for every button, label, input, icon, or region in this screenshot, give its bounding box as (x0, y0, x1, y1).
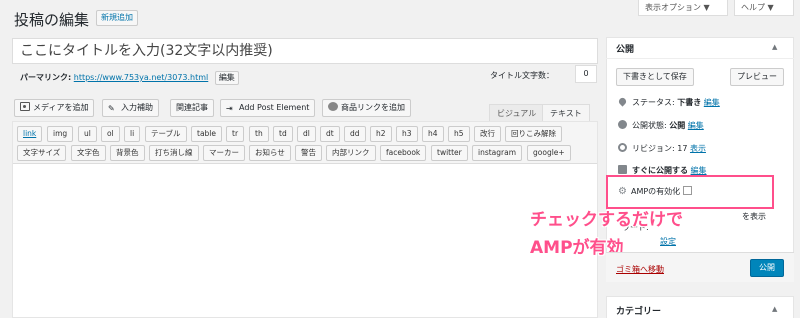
quicktag-button[interactable]: img (47, 126, 74, 142)
schedule-label: すぐに公開する (632, 166, 688, 175)
quicktag-button[interactable]: google+ (527, 145, 571, 161)
preview-button[interactable]: プレビュー (730, 68, 784, 86)
quicktag-button[interactable]: 背景色 (110, 145, 145, 161)
collapse-arrow-icon[interactable]: ▲ (772, 43, 777, 51)
pin-icon (617, 96, 628, 107)
permalink-label: パーマリンク: (20, 73, 72, 82)
add-product-link-button[interactable]: 商品リンクを追加 (322, 99, 411, 117)
related-posts-button[interactable]: 関連記事 (170, 99, 214, 117)
quicktag-button[interactable]: テーブル (145, 126, 187, 142)
add-product-link-label: 商品リンクを追加 (341, 103, 405, 112)
quicktag-button[interactable]: dt (320, 126, 340, 142)
quicktag-button[interactable]: 文字色 (71, 145, 106, 161)
media-icon (20, 102, 30, 111)
quicktag-button[interactable]: ol (101, 126, 120, 142)
pencil-icon: ✎ (108, 104, 115, 113)
quicktag-button[interactable]: h2 (370, 126, 392, 142)
quicktag-button[interactable]: tr (226, 126, 245, 142)
annotation-line-1: チェックするだけで (530, 210, 683, 230)
quicktag-button[interactable]: link (17, 126, 43, 142)
permalink-row: パーマリンク: https://www.753ya.net/3073.html … (20, 71, 239, 85)
calendar-icon (618, 165, 627, 174)
category-collapse-arrow-icon[interactable]: ▲ (772, 305, 777, 313)
permalink-edit-button[interactable]: 編集 (214, 71, 239, 85)
publish-box-header[interactable] (606, 37, 794, 59)
quicktag-button[interactable]: 警告 (295, 145, 322, 161)
tab-text[interactable]: テキスト (542, 104, 590, 122)
visibility-row: 公開状態: 公開 編集 (618, 120, 704, 131)
quicktag-button[interactable]: table (191, 126, 222, 142)
visibility-value: 公開 (669, 121, 686, 130)
add-post-element-label: Add Post Element (239, 103, 310, 112)
quicktag-button[interactable]: 内部リンク (326, 145, 376, 161)
quicktags-toolbar: link img ul ol li テーブル table tr th td dl dt dd h2 h3 h4… (13, 122, 597, 164)
visibility-edit-link[interactable]: 編集 (688, 121, 704, 130)
permalink-url-link[interactable]: https://www.753ya.net/3073.html (74, 73, 209, 82)
input-assist-label: 入力補助 (121, 103, 153, 112)
save-draft-button[interactable]: 下書きとして保存 (616, 68, 694, 86)
amp-label: AMPの有効化 (630, 187, 681, 196)
tab-visual[interactable]: ビジュアル (489, 104, 545, 122)
schedule-edit-link[interactable]: 編集 (691, 166, 707, 175)
quicktag-button[interactable]: td (273, 126, 293, 142)
element-icon: ⇥ (226, 104, 233, 113)
add-post-element-button[interactable]: ⇥ Add Post Element (220, 99, 316, 117)
category-box-title: カテゴリー (616, 307, 662, 317)
status-label: ステータス: (632, 98, 678, 107)
revisions-show-link[interactable]: 表示 (690, 144, 706, 153)
quicktag-button[interactable]: 打ち消し線 (149, 145, 199, 161)
quicktag-button[interactable]: dl (297, 126, 316, 142)
quicktag-button[interactable]: twitter (431, 145, 468, 161)
quicktag-button[interactable]: お知らせ (249, 145, 291, 161)
page-title: 投稿の編集 (14, 11, 90, 29)
revisions-label: リビジョン: 17 (632, 144, 690, 153)
quicktag-button[interactable]: facebook (380, 145, 427, 161)
add-new-button[interactable]: 新規追加 (96, 10, 138, 26)
quicktag-button[interactable]: 回りこみ解除 (505, 126, 562, 142)
eye-icon (618, 120, 627, 129)
revisions-row: リビジョン: 17 表示 (618, 143, 706, 154)
quicktag-button[interactable]: h5 (448, 126, 470, 142)
quicktag-button[interactable]: th (249, 126, 269, 142)
history-icon (618, 143, 627, 152)
quicktag-button[interactable]: h4 (422, 126, 444, 142)
quicktag-button[interactable]: dd (344, 126, 366, 142)
quicktag-button[interactable]: li (124, 126, 141, 142)
add-media-label: メディアを追加 (33, 103, 89, 112)
add-media-button[interactable]: メディアを追加 (14, 99, 95, 117)
product-icon (328, 102, 338, 111)
input-assist-button[interactable]: ✎ 入力補助 (102, 99, 159, 117)
status-edit-link[interactable]: 編集 (704, 98, 720, 107)
trash-link[interactable]: ゴミ箱へ移動 (616, 264, 664, 275)
quicktag-button[interactable]: h3 (396, 126, 418, 142)
quicktag-button[interactable]: 改行 (474, 126, 501, 142)
settings-link[interactable]: 設定 (660, 236, 676, 247)
title-count-label: タイトル文字数： (490, 71, 554, 80)
gear-icon: ⚙ (618, 186, 627, 197)
visibility-label: 公開状態: (632, 121, 670, 130)
screen-options-button[interactable]: 表示オプション ▼ (638, 0, 728, 16)
publish-button[interactable]: 公開 (750, 259, 784, 277)
publish-box-title: 公開 (616, 45, 635, 55)
title-input[interactable]: ここにタイトルを入力(32文字以内推奨) (12, 38, 598, 64)
partial-text-1: を表示 (742, 212, 766, 221)
title-count-field: 0 (575, 65, 597, 83)
status-row: ステータス: 下書き 編集 (617, 96, 720, 108)
quicktag-button[interactable]: instagram (472, 145, 523, 161)
quicktag-button[interactable]: ul (78, 126, 97, 142)
quicktag-button[interactable]: マーカー (203, 145, 245, 161)
amp-row: ⚙ AMPの有効化 (618, 186, 693, 197)
amp-checkbox[interactable] (683, 186, 693, 195)
status-value: 下書き (677, 98, 702, 107)
quicktag-button[interactable]: 文字サイズ (17, 145, 67, 161)
help-button[interactable]: ヘルプ ▼ (734, 0, 794, 16)
